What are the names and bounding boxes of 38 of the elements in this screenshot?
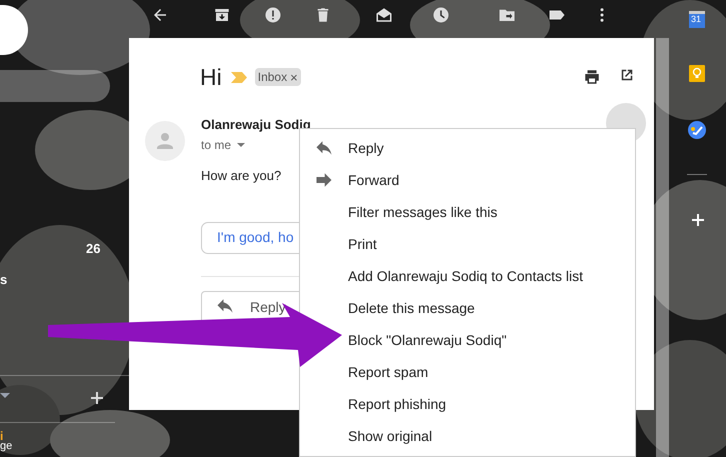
label-text: i (0, 428, 4, 443)
message-body: How are you? (201, 167, 282, 185)
caret-icon[interactable] (237, 143, 246, 147)
menu-item[interactable]: Forward (348, 170, 400, 190)
print-icon[interactable] (583, 68, 601, 86)
scrollbar[interactable] (656, 38, 669, 457)
label-text: ge (0, 441, 12, 452)
label-text: s (0, 271, 8, 289)
remove-label-button[interactable]: × (290, 68, 298, 87)
menu-item[interactable]: Block "Olanrewaju Sodiq" (348, 330, 507, 350)
importance-marker-icon[interactable] (230, 72, 247, 83)
menu-item[interactable]: Reply (348, 138, 384, 158)
email-subject: Hi (200, 63, 222, 92)
calendar-icon[interactable] (689, 11, 705, 28)
label-name: Inbox (258, 69, 288, 86)
caret-icon[interactable] (0, 393, 10, 398)
recipient-text: to me (201, 137, 232, 154)
add-icon[interactable] (90, 391, 104, 405)
menu-item[interactable]: Filter messages like this (348, 202, 498, 222)
calendar-day: 31 (691, 15, 702, 24)
menu-item[interactable]: Delete this message (348, 298, 475, 318)
compose-button[interactable] (0, 70, 110, 102)
menu-item[interactable]: Add Olanrewaju Sodiq to Contacts list (348, 266, 584, 286)
clock-icon[interactable] (432, 6, 450, 24)
alert-icon[interactable] (264, 6, 282, 24)
reply-icon (315, 141, 333, 155)
menu-item[interactable]: Report phishing (348, 394, 446, 414)
menu-item[interactable]: Print (348, 234, 377, 254)
envelope-icon[interactable] (375, 6, 393, 24)
arrow-icon (48, 303, 344, 369)
menu-item[interactable]: Show original (348, 426, 432, 446)
avatar-icon (145, 120, 185, 160)
archive-icon[interactable] (213, 6, 231, 24)
unread-count: 26 (86, 240, 100, 258)
check-icon[interactable] (688, 121, 706, 139)
forward-icon (315, 173, 333, 187)
menu-item[interactable]: Report spam (348, 362, 428, 382)
reply-icon (216, 298, 234, 312)
